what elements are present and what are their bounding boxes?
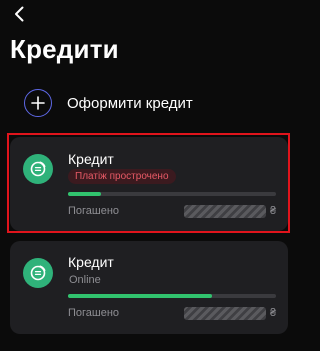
paid-label: Погашено: [68, 205, 120, 217]
chevron-left-icon: [15, 6, 24, 22]
repayment-progress-fill: [68, 192, 102, 196]
overdue-badge: Платіж прострочено: [68, 169, 176, 184]
loan-card-online[interactable]: Кредит Online Погашено ₴: [10, 241, 288, 334]
apply-loan-button[interactable]: Оформити кредит: [24, 88, 193, 118]
coin-icon: [23, 154, 53, 184]
loan-title: Кредит: [68, 151, 114, 167]
repayment-progress-bar: [68, 294, 276, 298]
currency-symbol: ₴: [270, 205, 277, 217]
loan-card-overdue[interactable]: Кредит Платіж прострочено Погашено ₴: [10, 137, 288, 231]
page-title: Кредити: [10, 34, 119, 64]
back-button[interactable]: [10, 4, 30, 24]
currency-symbol: ₴: [270, 307, 277, 319]
coin-icon: [23, 258, 53, 288]
repayment-progress-bar: [68, 192, 276, 196]
paid-amount-hidden: [184, 307, 266, 320]
loan-subtitle: Online: [69, 274, 101, 286]
loan-title: Кредит: [68, 254, 114, 270]
repayment-progress-fill: [68, 294, 212, 298]
paid-amount-hidden: [184, 205, 266, 218]
paid-label: Погашено: [68, 307, 120, 319]
apply-loan-label: Оформити кредит: [67, 94, 193, 112]
plus-icon: [24, 89, 52, 117]
